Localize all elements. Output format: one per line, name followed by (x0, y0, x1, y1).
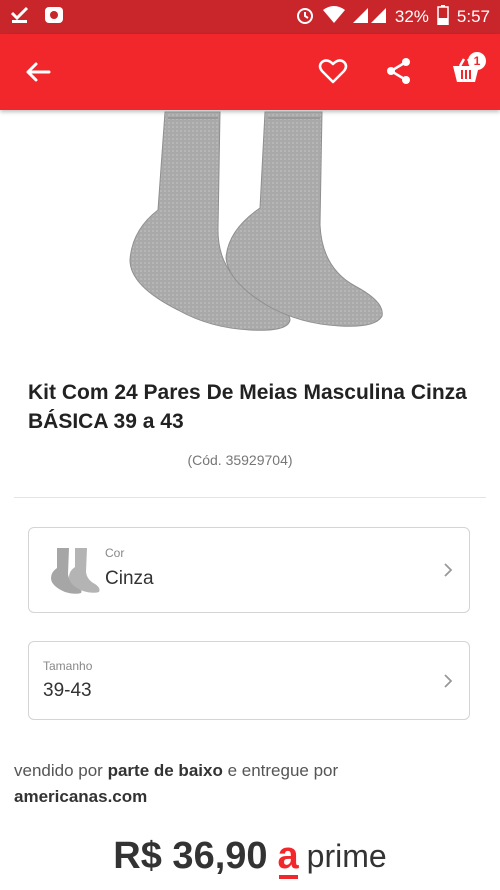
back-arrow-icon (26, 62, 51, 82)
back-button[interactable] (20, 54, 56, 90)
prime-logo-icon: a (277, 835, 299, 879)
size-value: 39-43 (43, 680, 92, 701)
cart-count-badge: 1 (468, 52, 486, 70)
seller-name[interactable]: parte de baixo (108, 761, 223, 780)
app-bar: 1 (0, 34, 500, 110)
clock-text: 5:57 (456, 7, 490, 26)
color-label: Cor (105, 546, 125, 560)
signal-icon (352, 6, 387, 29)
color-selector[interactable]: Cor Cinza (28, 527, 470, 613)
seller-prefix: vendido por (14, 761, 103, 780)
seller-info: vendido por parte de baixo e entregue po… (14, 758, 474, 810)
deliverer-name: americanas.com (14, 787, 148, 806)
price-value: R$ 36,90 (113, 834, 268, 877)
wifi-icon (322, 5, 345, 29)
chevron-right-icon (444, 673, 453, 688)
prime-text: prime (306, 837, 387, 874)
share-icon (387, 58, 410, 84)
product-image[interactable] (100, 110, 400, 340)
size-label: Tamanho (43, 659, 93, 673)
chevron-right-icon (444, 563, 453, 577)
alarm-icon (295, 5, 315, 30)
battery-icon (437, 4, 449, 30)
product-title: Kit Com 24 Pares De Meias Masculina Cinz… (28, 381, 467, 433)
share-button[interactable] (380, 52, 418, 90)
seller-middle: e entregue por (227, 761, 339, 780)
battery-text: 32% (394, 7, 429, 26)
divider (14, 497, 486, 498)
notification-icon (44, 6, 64, 29)
favorite-button[interactable] (314, 52, 352, 90)
cart-button[interactable]: 1 (444, 50, 488, 92)
heart-icon (318, 59, 348, 84)
color-thumbnail (45, 546, 101, 596)
status-bar: 32% 5:57 (0, 0, 500, 34)
prime-badge: a prime (277, 835, 387, 879)
product-code: (Cód. 35929704) (187, 452, 293, 468)
price-row: R$ 36,90 a prime (0, 826, 500, 886)
size-selector[interactable]: Tamanho 39-43 (28, 641, 470, 720)
download-done-icon (10, 6, 30, 29)
socks-image (129, 111, 383, 331)
color-value: Cinza (105, 568, 154, 589)
